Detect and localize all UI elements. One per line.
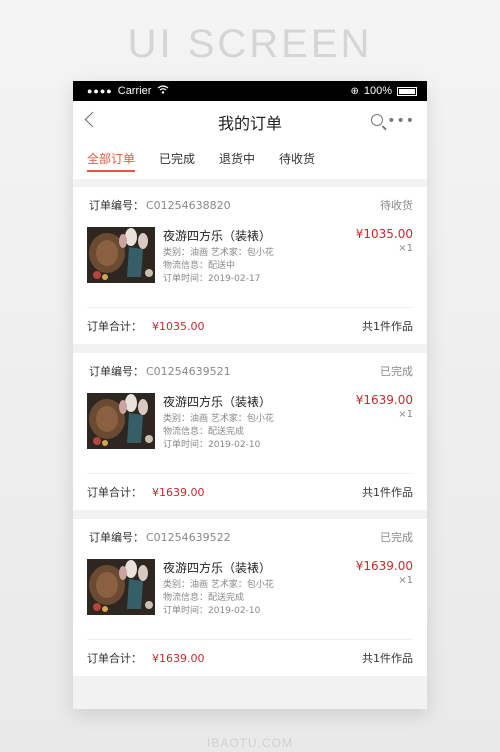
back-icon[interactable] <box>84 111 101 128</box>
order-total-label: 订单合计： <box>87 652 142 665</box>
order-total-label: 订单合计： <box>87 486 142 499</box>
order-card[interactable]: 订单编号： C01254639522 已完成 夜游四方乐（装裱） 类别：油画 艺… <box>73 519 427 676</box>
order-total-label: 订单合计： <box>87 320 142 333</box>
status-bar: ●●●● Carrier ⊕ 100% <box>73 81 427 101</box>
order-status: 已完成 <box>380 365 413 378</box>
order-card[interactable]: 订单编号： C01254639521 已完成 夜游四方乐（装裱） 类别：油画 艺… <box>73 353 427 510</box>
order-total: ¥1035.00 <box>152 319 205 333</box>
order-item[interactable]: 夜游四方乐（装裱） 类别：油画 艺术家：包小花 物流信息：配送完成 订单时间：2… <box>73 389 427 473</box>
order-total: ¥1639.00 <box>152 485 205 499</box>
order-number-label: 订单编号： <box>89 531 144 544</box>
logistics-info: 物流信息：配送中 <box>163 261 236 271</box>
order-time: 订单时间：2019-02-10 <box>163 440 261 450</box>
order-total: ¥1639.00 <box>152 651 205 665</box>
item-quantity: ×1 <box>398 243 413 254</box>
order-number: C01254639521 <box>146 364 231 378</box>
more-icon[interactable]: ••• <box>387 113 415 129</box>
order-status: 待收货 <box>380 199 413 212</box>
search-icon[interactable] <box>371 114 383 126</box>
artwork-thumbnail <box>87 227 155 283</box>
nav-bar: 我的订单 ••• <box>73 101 427 143</box>
order-number: C01254638820 <box>146 198 231 212</box>
order-card[interactable]: 订单编号： C01254638820 待收货 夜游四方乐（装裱） 类别：油画 艺… <box>73 187 427 344</box>
order-number: C01254639522 <box>146 530 231 544</box>
item-price: ¥1639.00 <box>355 559 413 573</box>
item-count: 共1件作品 <box>362 486 413 499</box>
tab-bar: 全部订单 已完成 退货中 待收货 <box>73 143 427 179</box>
artwork-category: 类别：油画 艺术家：包小花 <box>163 580 274 590</box>
item-price: ¥1639.00 <box>355 393 413 407</box>
banner-title: UI SCREEN <box>127 22 373 66</box>
artwork-thumbnail <box>87 559 155 615</box>
artwork-category: 类别：油画 艺术家：包小花 <box>163 414 274 424</box>
lock-rotation-icon: ⊕ <box>350 85 359 97</box>
artwork-title: 夜游四方乐（装裱） <box>163 395 272 409</box>
order-footer: 订单合计： ¥1035.00 共1件作品 <box>87 307 413 344</box>
page-title: 我的订单 <box>217 114 282 133</box>
artwork-category: 类别：油画 艺术家：包小花 <box>163 248 274 258</box>
item-price: ¥1035.00 <box>355 227 413 241</box>
order-header: 订单编号： C01254639522 已完成 <box>73 519 427 555</box>
battery-label: 100% <box>363 85 392 97</box>
logistics-info: 物流信息：配送完成 <box>163 593 245 603</box>
item-quantity: ×1 <box>398 575 413 586</box>
artwork-title: 夜游四方乐（装裱） <box>163 561 272 575</box>
order-number-label: 订单编号： <box>89 365 144 378</box>
order-number-label: 订单编号： <box>89 199 144 212</box>
order-footer: 订单合计： ¥1639.00 共1件作品 <box>87 639 413 676</box>
order-list: 订单编号： C01254638820 待收货 夜游四方乐（装裱） 类别：油画 艺… <box>73 187 427 676</box>
signal-icon: ●●●● <box>87 86 113 96</box>
order-item[interactable]: 夜游四方乐（装裱） 类别：油画 艺术家：包小花 物流信息：配送中 订单时间：20… <box>73 223 427 307</box>
item-count: 共1件作品 <box>362 320 413 333</box>
order-header: 订单编号： C01254638820 待收货 <box>73 187 427 223</box>
tab-returning[interactable]: 退货中 <box>219 143 255 170</box>
carrier-label: Carrier <box>117 85 152 97</box>
item-quantity: ×1 <box>398 409 413 420</box>
order-footer: 订单合计： ¥1639.00 共1件作品 <box>87 473 413 510</box>
tab-completed[interactable]: 已完成 <box>159 143 195 170</box>
order-time: 订单时间：2019-02-10 <box>163 606 261 616</box>
order-item[interactable]: 夜游四方乐（装裱） 类别：油画 艺术家：包小花 物流信息：配送完成 订单时间：2… <box>73 555 427 639</box>
watermark-text: IBAOTU.COM <box>206 736 293 750</box>
phone-screen: ●●●● Carrier ⊕ 100% 我的订单 ••• 全部订单 已完成 退货… <box>73 81 427 709</box>
item-count: 共1件作品 <box>362 652 413 665</box>
artwork-thumbnail <box>87 393 155 449</box>
order-header: 订单编号： C01254639521 已完成 <box>73 353 427 389</box>
battery-icon <box>397 86 417 96</box>
tab-all-orders[interactable]: 全部订单 <box>87 143 136 172</box>
logistics-info: 物流信息：配送完成 <box>163 427 245 437</box>
tab-to-receive[interactable]: 待收货 <box>279 143 315 170</box>
wifi-icon <box>157 85 169 97</box>
order-time: 订单时间：2019-02-17 <box>163 274 261 284</box>
artwork-title: 夜游四方乐（装裱） <box>163 229 272 243</box>
order-status: 已完成 <box>380 531 413 544</box>
